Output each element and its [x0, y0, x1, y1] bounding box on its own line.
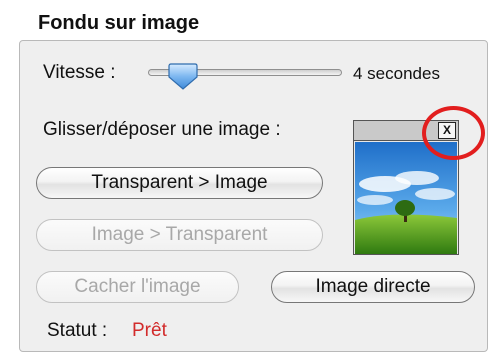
speed-label: Vitesse :: [43, 62, 116, 83]
speed-slider-thumb[interactable]: [168, 62, 198, 90]
landscape-thumbnail: [355, 142, 457, 254]
hide-image-button[interactable]: Cacher l'image: [36, 271, 239, 303]
image-to-transparent-button[interactable]: Image > Transparent: [36, 219, 323, 251]
speed-value: 4 secondes: [353, 64, 440, 83]
status-label: Statut :: [47, 320, 108, 341]
status-value: Prêt: [132, 320, 167, 341]
highlight-ring: [422, 106, 485, 160]
direct-image-button[interactable]: Image directe: [271, 271, 475, 303]
panel-title: Fondu sur image: [38, 12, 200, 34]
drop-label: Glisser/déposer une image :: [43, 119, 281, 140]
transparent-to-image-button[interactable]: Transparent > Image: [36, 167, 323, 199]
